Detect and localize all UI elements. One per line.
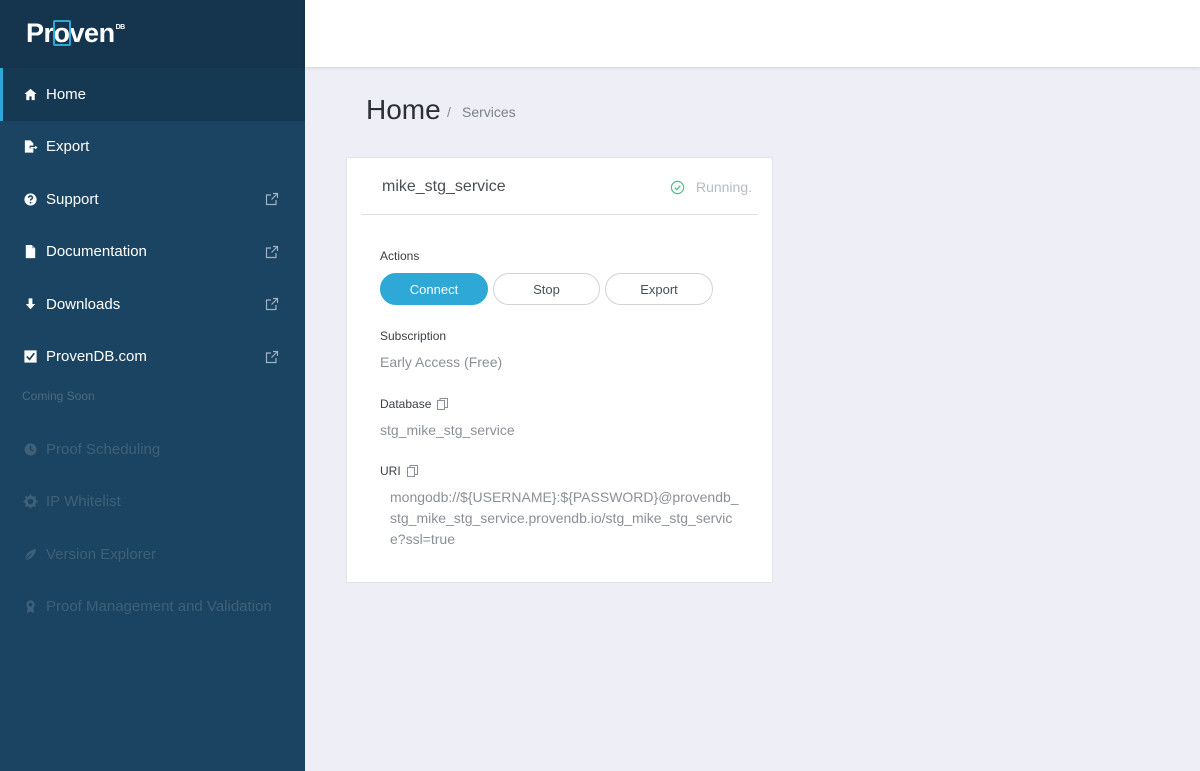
document-icon <box>22 244 38 260</box>
service-card: mike_stg_service Running. Actions Connec… <box>346 157 773 583</box>
database-label-text: Database <box>380 397 432 411</box>
actions-label-text: Actions <box>380 249 420 263</box>
subscription-label: Subscription <box>380 329 446 343</box>
export-icon <box>22 139 38 155</box>
breadcrumb-services[interactable]: Services <box>462 104 516 120</box>
sidebar-item-label: Proof Management and Validation <box>46 598 272 616</box>
subscription-value: Early Access (Free) <box>380 354 503 370</box>
stop-button[interactable]: Stop <box>493 273 600 305</box>
status-badge: Running. <box>670 179 752 195</box>
service-name: mike_stg_service <box>382 178 506 195</box>
sidebar-item-label: IP Whitelist <box>46 493 121 511</box>
subscription-label-text: Subscription <box>380 329 447 343</box>
sidebar-item-label: Home <box>46 85 87 103</box>
external-link-icon <box>265 245 279 258</box>
logo-text-pre: Pr <box>26 18 54 48</box>
sidebar-item-provendb-com[interactable]: ProvenDB.com <box>0 331 305 384</box>
checkbox-icon <box>22 349 38 365</box>
sidebar-item-downloads[interactable]: Downloads <box>0 278 305 331</box>
copy-icon[interactable] <box>437 398 449 410</box>
database-value: stg_mike_stg_service <box>380 422 515 438</box>
uri-label-text: URI <box>380 464 401 478</box>
sidebar-item-support[interactable]: Support <box>0 173 305 226</box>
coming-soon-heading: Coming Soon <box>22 389 95 403</box>
status-text: Running. <box>695 179 752 195</box>
sidebar-item-version-explorer: Version Explorer <box>0 528 305 581</box>
gear-icon <box>22 494 38 510</box>
connect-button[interactable]: Connect <box>380 273 488 305</box>
sidebar-item-home[interactable]: Home <box>0 68 305 121</box>
sidebar-item-label: ProvenDB.com <box>46 348 147 366</box>
uri-label: URI <box>380 464 418 478</box>
sidebar-item-label: Export <box>46 138 90 156</box>
leaf-icon <box>22 546 38 562</box>
sidebar-item-label: Documentation <box>46 243 147 261</box>
sidebar-item-export[interactable]: Export <box>0 121 305 174</box>
database-label: Database <box>380 397 449 411</box>
proven-logo[interactable]: Pr o ven DB <box>26 18 125 49</box>
sidebar-item-label: Version Explorer <box>46 545 157 563</box>
sidebar-item-ip-whitelist: IP Whitelist <box>0 476 305 529</box>
external-link-icon <box>265 193 279 206</box>
home-icon <box>22 86 38 102</box>
actions-label: Actions <box>380 249 419 263</box>
logo-superscript: DB <box>115 24 126 31</box>
sidebar-item-label: Downloads <box>46 295 121 313</box>
download-icon <box>22 296 38 312</box>
sidebar: Pr o ven DB Home Export Support Documentati… <box>0 0 305 771</box>
breadcrumb-separator: / <box>447 104 451 120</box>
sidebar-item-documentation[interactable]: Documentation <box>0 226 305 279</box>
sidebar-item-label: Support <box>46 190 99 208</box>
uri-value: mongodb://${USERNAME}:${PASSWORD}@proven… <box>390 489 739 547</box>
top-bar <box>305 0 1200 67</box>
award-icon <box>22 599 38 615</box>
clock-icon <box>22 441 38 457</box>
external-link-icon <box>265 298 279 311</box>
logo-text-o: o <box>52 18 71 48</box>
service-card-header: mike_stg_service Running. <box>361 158 758 215</box>
export-button[interactable]: Export <box>605 273 713 305</box>
sidebar-item-label: Proof Scheduling <box>46 440 161 458</box>
external-link-icon <box>265 350 279 363</box>
logo-text-post: ven <box>69 18 116 48</box>
logo-area: Pr o ven DB <box>0 0 305 68</box>
check-circle-icon <box>670 180 685 194</box>
copy-icon[interactable] <box>406 465 418 477</box>
question-icon <box>22 191 38 207</box>
page-title: Home <box>366 94 441 125</box>
sidebar-item-proof-management: Proof Management and Validation <box>0 581 305 634</box>
sidebar-item-proof-scheduling: Proof Scheduling <box>0 423 305 476</box>
